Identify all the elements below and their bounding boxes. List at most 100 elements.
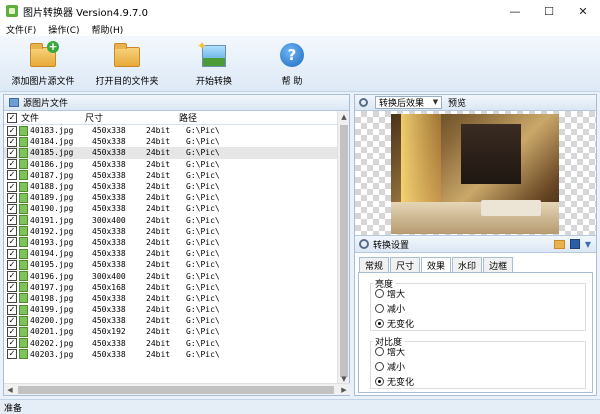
- horizontal-scrollbar[interactable]: ◀ ▶: [4, 383, 350, 395]
- row-checkbox[interactable]: ✓: [7, 125, 17, 136]
- tab-watermark[interactable]: 水印: [452, 257, 483, 272]
- brightness-nochange-option[interactable]: 无变化: [371, 316, 585, 331]
- row-checkbox[interactable]: ✓: [7, 338, 17, 349]
- select-all-checkbox[interactable]: ✓: [7, 112, 17, 123]
- file-row[interactable]: ✓ 40194.jpg 450x338 24bit G:\Pic\: [4, 248, 338, 259]
- scroll-right-icon[interactable]: ▶: [338, 384, 350, 396]
- file-row[interactable]: ✓ 40186.jpg 450x338 24bit G:\Pic\: [4, 159, 338, 170]
- row-checkbox[interactable]: ✓: [7, 259, 17, 270]
- row-checkbox[interactable]: ✓: [7, 181, 17, 192]
- jpg-file-icon: [19, 259, 28, 270]
- row-checkbox[interactable]: ✓: [7, 271, 17, 282]
- file-row[interactable]: ✓ 40184.jpg 450x338 24bit G:\Pic\: [4, 136, 338, 147]
- radio-button-selected[interactable]: [375, 319, 384, 328]
- jpg-file-icon: [19, 226, 28, 237]
- file-name: 40193.jpg: [30, 237, 74, 247]
- row-checkbox[interactable]: ✓: [7, 293, 17, 304]
- tab-border[interactable]: 边框: [483, 257, 514, 272]
- menu-file[interactable]: 文件(F): [6, 23, 36, 36]
- row-checkbox[interactable]: ✓: [7, 282, 17, 293]
- file-row[interactable]: ✓ 40203.jpg 450x338 24bit G:\Pic\: [4, 349, 338, 360]
- vertical-scrollbar[interactable]: ▲ ▼: [337, 111, 349, 385]
- file-row[interactable]: ✓ 40196.jpg 300x400 24bit G:\Pic\: [4, 270, 338, 282]
- radio-button-selected[interactable]: [375, 377, 384, 386]
- file-row[interactable]: ✓ 40191.jpg 300x400 24bit G:\Pic\: [4, 215, 338, 226]
- help-button[interactable]: ? 帮 助: [270, 36, 314, 92]
- brightness-increase-option[interactable]: 增大: [371, 286, 585, 301]
- file-row[interactable]: ✓ 40190.jpg 450x338 24bit G:\Pic\: [4, 203, 338, 214]
- hscroll-thumb[interactable]: [18, 386, 334, 394]
- file-bitdepth: 24bit: [146, 271, 171, 281]
- file-row[interactable]: ✓ 40195.jpg 450x338 24bit G:\Pic\: [4, 259, 338, 270]
- row-checkbox[interactable]: ✓: [7, 203, 17, 214]
- file-row[interactable]: ✓ 40202.jpg 450x338 24bit G:\Pic\: [4, 338, 338, 349]
- contrast-decrease-option[interactable]: 减小: [371, 359, 585, 374]
- brightness-decrease-option[interactable]: 减小: [371, 301, 585, 316]
- file-row[interactable]: ✓ 40188.jpg 450x338 24bit G:\Pic\: [4, 181, 338, 192]
- file-row[interactable]: ✓ 40189.jpg 450x338 24bit G:\Pic\: [4, 192, 338, 203]
- close-button[interactable]: ✕: [566, 0, 600, 22]
- contrast-nochange-option[interactable]: 无变化: [371, 374, 585, 389]
- toolbar: + 添加图片源文件 打开目的文件夹 ✦ 开始转换 ? 帮 助: [0, 36, 600, 92]
- settings-title: 转换设置: [373, 240, 410, 251]
- file-path: G:\Pic\: [186, 137, 220, 147]
- scroll-thumb[interactable]: [340, 125, 348, 377]
- radio-button[interactable]: [375, 289, 384, 298]
- effects-tab-body: 亮度 增大 减小 无变化 对比度 增大 减小 无变化: [358, 272, 593, 393]
- collapse-arrow-icon[interactable]: ▼: [585, 240, 591, 249]
- file-row[interactable]: ✓ 40201.jpg 450x192 24bit G:\Pic\: [4, 326, 338, 337]
- preview-mode-select[interactable]: 转换后效果 ▼: [375, 96, 442, 109]
- tab-effects[interactable]: 效果: [421, 257, 452, 273]
- open-settings-folder-icon[interactable]: [553, 239, 565, 249]
- tab-size[interactable]: 尺寸: [390, 257, 421, 272]
- file-list[interactable]: ✓ 文件 尺寸 路径 ✓ 40183.jpg 450x338 24bit G:\Pic\…: [4, 111, 338, 397]
- file-size: 450x338: [92, 249, 126, 259]
- maximize-button[interactable]: ☐: [532, 0, 566, 22]
- add-source-label: 添加图片源文件: [11, 77, 75, 87]
- row-checkbox[interactable]: ✓: [7, 170, 17, 181]
- menu-help[interactable]: 帮助(H): [92, 23, 124, 36]
- preview-label: 预览: [448, 99, 467, 109]
- file-row[interactable]: ✓ 40193.jpg 450x338 24bit G:\Pic\: [4, 237, 338, 248]
- menu-operate[interactable]: 操作(C): [48, 23, 79, 36]
- file-bitdepth: 24bit: [146, 260, 171, 270]
- radio-button[interactable]: [375, 304, 384, 313]
- start-convert-button[interactable]: ✦ 开始转换: [184, 36, 244, 92]
- row-checkbox[interactable]: ✓: [7, 215, 17, 226]
- open-destination-button[interactable]: 打开目的文件夹: [90, 36, 164, 92]
- add-source-button[interactable]: + 添加图片源文件: [0, 36, 86, 92]
- row-checkbox[interactable]: ✓: [7, 304, 17, 315]
- file-row[interactable]: ✓ 40200.jpg 450x338 24bit G:\Pic\: [4, 315, 338, 326]
- file-row[interactable]: ✓ 40183.jpg 450x338 24bit G:\Pic\: [4, 125, 338, 136]
- row-checkbox[interactable]: ✓: [7, 349, 17, 360]
- file-name: 40191.jpg: [30, 215, 74, 225]
- row-checkbox[interactable]: ✓: [7, 315, 17, 326]
- radio-button[interactable]: [375, 362, 384, 371]
- save-settings-icon[interactable]: [569, 239, 580, 249]
- file-row[interactable]: ✓ 40198.jpg 450x338 24bit G:\Pic\: [4, 293, 338, 304]
- file-bitdepth: 24bit: [146, 182, 171, 192]
- minimize-button[interactable]: —: [498, 0, 532, 22]
- file-row[interactable]: ✓ 40199.jpg 450x338 24bit G:\Pic\: [4, 304, 338, 315]
- column-header-path[interactable]: 路径: [179, 111, 197, 124]
- row-checkbox[interactable]: ✓: [7, 248, 17, 259]
- file-row[interactable]: ✓ 40197.jpg 450x168 24bit G:\Pic\: [4, 282, 338, 293]
- jpg-file-icon: [19, 203, 28, 214]
- row-checkbox[interactable]: ✓: [7, 147, 17, 158]
- row-checkbox[interactable]: ✓: [7, 237, 17, 248]
- row-checkbox[interactable]: ✓: [7, 136, 17, 147]
- file-row[interactable]: ✓ 40185.jpg 450x338 24bit G:\Pic\: [4, 147, 338, 159]
- row-checkbox[interactable]: ✓: [7, 326, 17, 337]
- file-path: G:\Pic\: [186, 249, 220, 259]
- radio-button[interactable]: [375, 347, 384, 356]
- column-header-size[interactable]: 尺寸: [85, 111, 179, 124]
- row-checkbox[interactable]: ✓: [7, 226, 17, 237]
- scroll-up-icon[interactable]: ▲: [338, 111, 350, 123]
- scroll-left-icon[interactable]: ◀: [4, 384, 16, 396]
- tab-general[interactable]: 常规: [359, 257, 390, 272]
- row-checkbox[interactable]: ✓: [7, 159, 17, 170]
- file-row[interactable]: ✓ 40192.jpg 450x338 24bit G:\Pic\: [4, 226, 338, 237]
- file-row[interactable]: ✓ 40187.jpg 450x338 24bit G:\Pic\: [4, 170, 338, 181]
- row-checkbox[interactable]: ✓: [7, 192, 17, 203]
- file-path: G:\Pic\: [186, 237, 220, 247]
